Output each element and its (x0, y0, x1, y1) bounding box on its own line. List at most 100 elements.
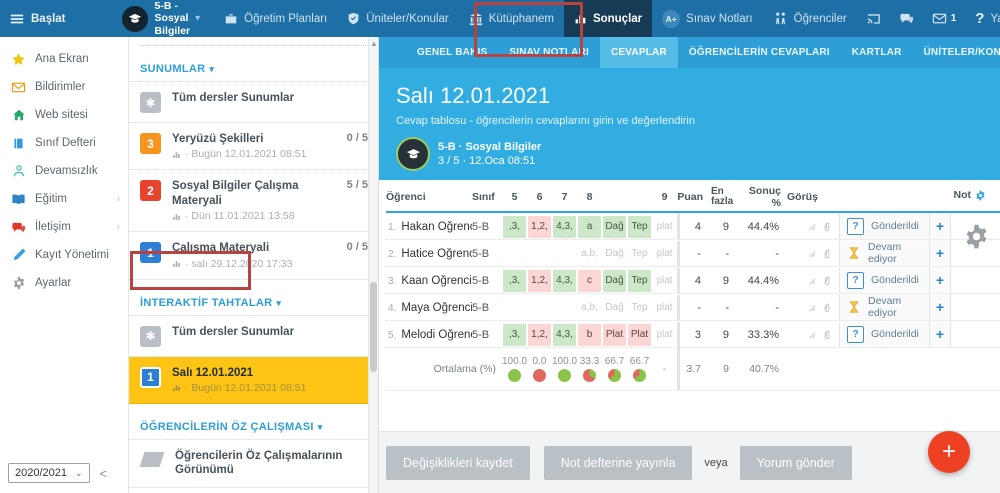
add-note-button[interactable]: + (929, 321, 951, 348)
answer-cell-q3[interactable] (552, 297, 577, 319)
save-changes-button[interactable]: Değişiklikleri kaydet (386, 445, 530, 480)
tab-sinav-notlari[interactable]: SINAV NOTLARI (498, 37, 600, 68)
answer-cell-q1[interactable]: ,3, (502, 215, 527, 238)
gorus-cell[interactable] (787, 221, 839, 233)
gorus-cell[interactable] (787, 248, 839, 260)
answer-cell-q1[interactable] (502, 243, 527, 265)
answer-cell-q3[interactable] (552, 243, 577, 265)
gorus-cell[interactable] (787, 275, 839, 287)
tab--renci-leri-n-cevaplari[interactable]: ÖĞRENCİLERİN CEVAPLARI (678, 37, 841, 68)
answer-cell-q7[interactable]: plat (652, 270, 677, 292)
answer-cell-q2[interactable] (527, 297, 552, 319)
answer-cell-q1[interactable] (502, 297, 527, 319)
status-cell[interactable]: Devam ediyor (839, 240, 929, 267)
section-header-2[interactable]: İNTERAKTİF TAHTALAR ▾ (140, 297, 378, 309)
status-cell[interactable]: ? Gönderildi (839, 213, 929, 240)
cast-button[interactable] (857, 11, 890, 26)
sidebar-item-devamsizlik[interactable]: Devamsızlık (0, 157, 128, 185)
answer-cell-q6[interactable]: Tep (627, 243, 652, 265)
answer-cell-q5[interactable]: Dağ (602, 243, 627, 265)
answer-cell-q6[interactable]: Tep (627, 215, 652, 238)
class-avatar[interactable] (121, 5, 148, 32)
panel-scrollbar[interactable]: ▲ (368, 37, 378, 493)
scrollbar-thumb[interactable] (370, 282, 377, 372)
answer-cell-q3[interactable]: 4,3, (552, 269, 577, 292)
add-button[interactable]: + (928, 431, 970, 473)
answer-cell-q7[interactable]: plat (652, 297, 677, 319)
answer-cell-q6[interactable]: Tep (627, 297, 652, 319)
topnav-sonuclar[interactable]: Sonuçlar (563, 0, 653, 37)
answer-cell-q3[interactable]: 4,3, (552, 215, 577, 238)
topnav-ogretim-planlari[interactable]: Öğretim Planları (214, 0, 337, 37)
sidebar-item-egitim[interactable]: Eğitim › (0, 185, 128, 213)
student-name: Hatice Öğrenci (401, 247, 472, 260)
sidebar-item-bildirimler[interactable]: Bildirimler (0, 73, 128, 101)
answer-cell-q5[interactable]: Dağ (602, 269, 627, 292)
answer-cell-q7[interactable]: plat (652, 216, 677, 238)
tab-kartlar[interactable]: KARTLAR (841, 37, 913, 68)
topnav-uniteler-konular[interactable]: Üniteler/Konular (337, 0, 458, 37)
chat-button[interactable] (890, 11, 923, 26)
gear-icon[interactable] (975, 190, 986, 201)
publish-gradebook-button[interactable]: Not defterine yayınla (543, 445, 693, 480)
answer-cell-q5[interactable]: Dağ (602, 215, 627, 238)
table-settings-gear-icon[interactable] (963, 223, 990, 250)
answer-cell-q6[interactable]: Plat (627, 323, 652, 346)
section-header-1[interactable]: SUNUMLAR ▾ (140, 63, 378, 75)
school-year-select[interactable]: 2020/2021 ⌄ (8, 463, 90, 483)
topnav-ogrenciler[interactable]: Öğrenciler (763, 0, 857, 37)
answer-cell-q7[interactable]: plat (652, 324, 677, 346)
answer-cell-q5[interactable]: Dağ (602, 297, 627, 319)
sidebar-item-iletisim[interactable]: İletişim › (0, 213, 128, 241)
answer-cell-q4[interactable]: a (577, 215, 602, 238)
collapse-sidebar-button[interactable]: < (100, 466, 108, 481)
answer-cell-q1[interactable]: ,3, (502, 269, 527, 292)
answer-cell-q3[interactable]: 4,3, (552, 323, 577, 346)
class-switcher[interactable]: 5-B - Sosyal Bilgiler (155, 0, 191, 36)
answer-cell-q2[interactable]: 1,2, (527, 215, 552, 238)
sidebar-item-web-sitesi[interactable]: Web sitesi (0, 101, 128, 129)
status-cell[interactable]: ? Gönderildi (839, 321, 929, 348)
start-menu-button[interactable]: Başlat (0, 12, 66, 26)
gorus-cell[interactable] (787, 329, 839, 341)
list-item[interactable]: ✱ Tüm dersler Sunumlar (128, 81, 378, 123)
list-item[interactable]: 1 Çalışma Materyali · salı 29.12.2020 17:3… (128, 232, 378, 280)
tab--ni-teler-konular[interactable]: ÜNİTELER/KONULAR (913, 37, 1000, 68)
list-item[interactable]: 2 Sosyal Bilgiler Çalışma Materyali · Dün … (128, 170, 378, 233)
answer-cell-q4[interactable]: a,b, (577, 243, 602, 265)
sidebar-item-kayit-yonetimi[interactable]: Kayıt Yönetimi (0, 241, 128, 269)
answer-cell-q5[interactable]: Plat (602, 323, 627, 346)
mail-button[interactable]: 1 (923, 11, 966, 26)
answer-cell-q2[interactable] (527, 243, 552, 265)
answer-cell-q4[interactable]: a,b, (577, 297, 602, 319)
add-note-button[interactable]: + (929, 213, 951, 240)
section-header-3[interactable]: ÖĞRENCİLERİN ÖZ ÇALIŞMASI ▾ (140, 421, 378, 433)
answer-cell-q4[interactable]: c (577, 269, 602, 292)
average-cell-q7: - (652, 364, 677, 375)
answer-cell-q6[interactable]: Tep (627, 269, 652, 292)
list-item[interactable]: 3 Yeryüzü Şekilleri · Bugün 12.01.2021 08:… (128, 123, 378, 171)
sidebar-item-ana-ekran[interactable]: Ana Ekran (0, 45, 128, 73)
tab-genel-baki-[interactable]: GENEL BAKIŞ (406, 37, 498, 68)
status-cell[interactable]: ? Gönderildi (839, 267, 929, 294)
sidebar-item-sinif-defteri[interactable]: Sınıf Defteri (0, 129, 128, 157)
answer-cell-q2[interactable]: 1,2, (527, 269, 552, 292)
gorus-cell[interactable] (787, 302, 839, 314)
list-item[interactable]: ✱ Tüm dersler Sunumlar (128, 314, 378, 357)
list-item[interactable]: Öğrencilerin Öz Çalışmalarının Görünümü (128, 438, 378, 488)
status-cell[interactable]: Devam ediyor (839, 294, 929, 321)
sidebar-item-ayarlar[interactable]: Ayarlar (0, 269, 128, 297)
send-comment-button[interactable]: Yorum gönder (739, 445, 852, 480)
topnav-sinav-notlari[interactable]: A+ Sınav Notları (652, 0, 762, 37)
add-note-button[interactable]: + (929, 294, 951, 321)
answer-cell-q2[interactable]: 1,2, (527, 323, 552, 346)
tab-cevaplar[interactable]: CEVAPLAR (600, 37, 678, 68)
answer-cell-q4[interactable]: b (577, 323, 602, 346)
topnav-kutuphanem[interactable]: Kütüphanem (459, 0, 564, 37)
add-note-button[interactable]: + (929, 267, 951, 294)
answer-cell-q1[interactable]: ,3, (502, 323, 527, 346)
help-button[interactable]: ? Yardım Al (965, 0, 1000, 37)
add-note-button[interactable]: + (929, 240, 951, 267)
list-item[interactable]: 1 Salı 12.01.2021 · Bugün 12.01.2021 08:51 (128, 356, 378, 404)
answer-cell-q7[interactable]: plat (652, 243, 677, 265)
